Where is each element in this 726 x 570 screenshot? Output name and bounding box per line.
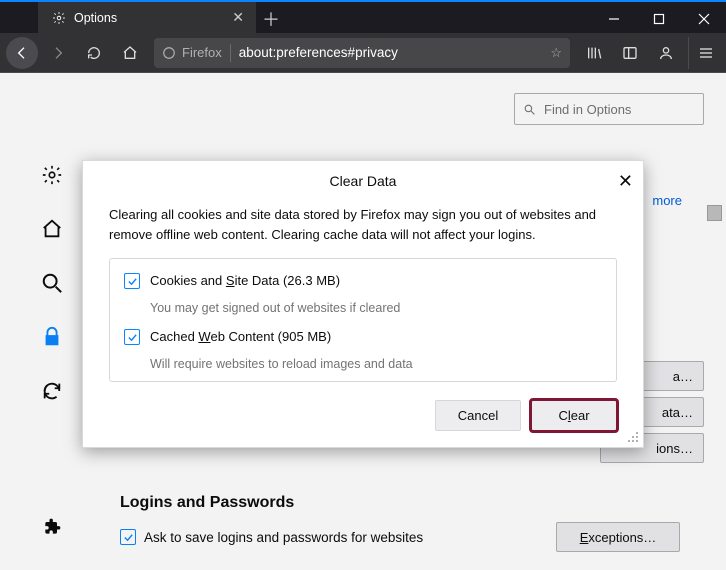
tab-title: Options: [74, 11, 230, 25]
home-button[interactable]: [114, 37, 146, 69]
window-controls: [591, 2, 726, 35]
clear-data-dialog: Clear Data ✕ Clearing all cookies and si…: [82, 160, 644, 448]
library-icon[interactable]: [578, 37, 610, 69]
dialog-description: Clearing all cookies and site data store…: [109, 205, 617, 244]
browser-tab[interactable]: Options ✕: [38, 0, 256, 33]
resize-grip-icon[interactable]: [627, 431, 639, 443]
window-maximize[interactable]: [636, 2, 681, 35]
dialog-close-button[interactable]: ✕: [618, 171, 633, 192]
option-cache-row: Cached Web Content (905 MB): [124, 329, 602, 345]
dialog-footer: Cancel Clear: [83, 400, 643, 447]
titlebar: Options ✕ ＋: [0, 0, 726, 33]
option-cookies-sub: You may get signed out of websites if cl…: [150, 301, 602, 315]
forward-button[interactable]: [42, 37, 74, 69]
option-cookies-label: Cookies and Site Data (26.3 MB): [150, 273, 340, 289]
menu-button[interactable]: [688, 37, 722, 69]
account-icon[interactable]: [650, 37, 682, 69]
identity-box[interactable]: Firefox: [162, 45, 222, 60]
option-cache-sub: Will require websites to reload images a…: [150, 357, 602, 371]
dialog-header: Clear Data ✕: [83, 161, 643, 201]
cancel-button[interactable]: Cancel: [435, 400, 521, 431]
bookmark-star-icon[interactable]: ☆: [550, 45, 562, 61]
identity-label: Firefox: [182, 45, 222, 60]
dialog-title: Clear Data: [330, 173, 397, 189]
option-cache-checkbox[interactable]: [124, 329, 140, 345]
url-bar[interactable]: Firefox about:preferences#privacy ☆: [154, 38, 570, 68]
option-cookies-row: Cookies and Site Data (26.3 MB): [124, 273, 602, 289]
reload-button[interactable]: [78, 37, 110, 69]
option-cache-label: Cached Web Content (905 MB): [150, 329, 331, 345]
sidebar-icon[interactable]: [614, 37, 646, 69]
toolbar: Firefox about:preferences#privacy ☆: [0, 33, 726, 73]
gear-icon: [52, 11, 66, 25]
options-box: Cookies and Site Data (26.3 MB) You may …: [109, 258, 617, 382]
window-minimize[interactable]: [591, 2, 636, 35]
close-icon[interactable]: ✕: [230, 9, 246, 26]
option-cookies-checkbox[interactable]: [124, 273, 140, 289]
new-tab-button[interactable]: ＋: [256, 2, 286, 35]
window-close[interactable]: [681, 2, 726, 35]
firefox-icon: [162, 46, 176, 60]
clear-button[interactable]: Clear: [531, 400, 617, 431]
separator: [230, 44, 231, 62]
back-button[interactable]: [6, 37, 38, 69]
url-text: about:preferences#privacy: [239, 45, 398, 60]
